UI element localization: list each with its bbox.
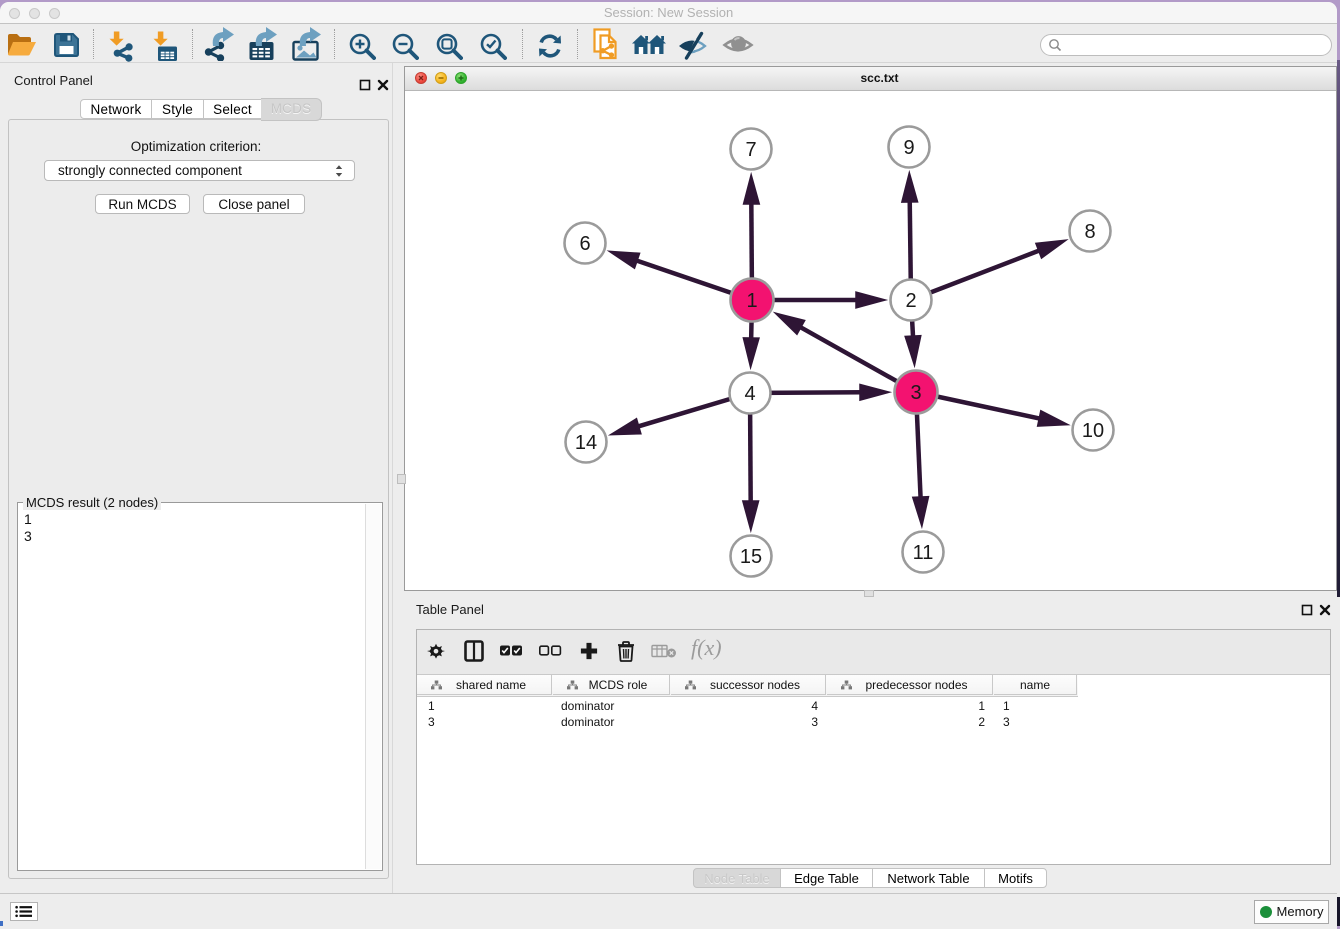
svg-text:6: 6 [579, 233, 590, 255]
svg-text:4: 4 [744, 383, 755, 405]
svg-text:3: 3 [910, 382, 921, 404]
svg-text:7: 7 [745, 139, 756, 161]
svg-text:8: 8 [1084, 221, 1095, 243]
svg-text:11: 11 [913, 542, 934, 564]
svg-text:10: 10 [1082, 420, 1104, 442]
svg-text:15: 15 [740, 546, 762, 568]
svg-text:9: 9 [903, 137, 914, 159]
svg-text:2: 2 [905, 290, 916, 312]
svg-text:14: 14 [575, 432, 597, 454]
svg-text:1: 1 [746, 290, 757, 312]
